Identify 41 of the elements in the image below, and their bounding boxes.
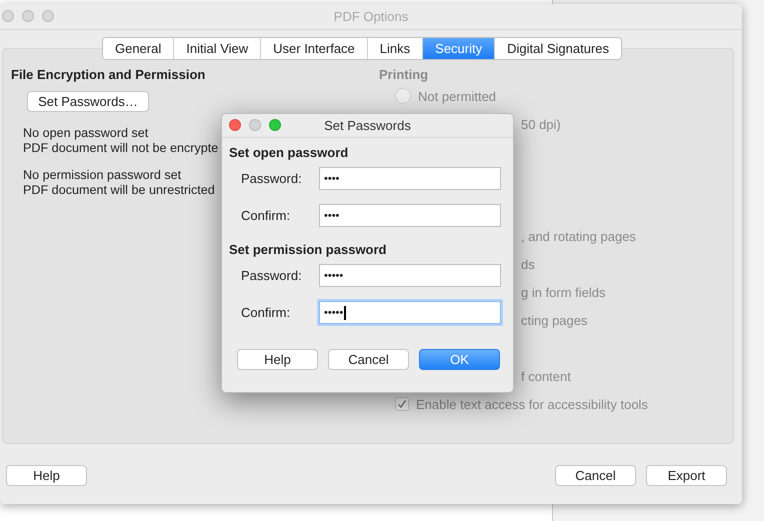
- option-label: Enable text access for accessibility tools: [416, 396, 648, 412]
- tab[interactable]: Digital Signatures: [494, 38, 622, 59]
- field-label: Confirm:: [241, 208, 292, 223]
- window-title: PDF Options: [334, 9, 408, 24]
- status-text: No permission password set: [23, 168, 182, 183]
- status-text: PDF document will be unrestricted: [23, 183, 215, 198]
- cancel-button[interactable]: Cancel: [555, 464, 636, 486]
- option-label: , and rotating pages: [521, 228, 636, 244]
- set-passwords-button[interactable]: Set Passwords…: [27, 91, 149, 112]
- help-button[interactable]: Help: [6, 464, 87, 486]
- minimize-button[interactable]: [22, 10, 34, 22]
- zoom-button[interactable]: [42, 10, 54, 22]
- close-button[interactable]: [229, 119, 241, 131]
- checkbox[interactable]: [395, 397, 409, 411]
- status-text: PDF document will not be encrypte: [23, 141, 218, 156]
- section-heading: Set permission password: [229, 242, 388, 257]
- export-button[interactable]: Export: [646, 464, 727, 486]
- dialog-button[interactable]: Cancel: [328, 349, 409, 370]
- password-field[interactable]: ••••: [319, 167, 501, 190]
- dialog-title: Set Passwords: [324, 118, 411, 133]
- password-field[interactable]: •••••: [319, 264, 501, 287]
- option-label: g in form fields: [521, 284, 606, 300]
- dialog-button[interactable]: Help: [237, 349, 318, 370]
- section-heading: Printing: [379, 67, 430, 82]
- field-label: Password:: [241, 268, 303, 283]
- field-label: Password:: [241, 171, 303, 186]
- status-text: No open password set: [23, 126, 148, 141]
- password-field[interactable]: •••••: [319, 301, 501, 324]
- option-label: Not permitted: [418, 88, 496, 104]
- section-heading: Set open password: [229, 145, 350, 160]
- option-label: 50 dpi): [521, 116, 561, 132]
- minimize-button[interactable]: [249, 119, 261, 131]
- close-button[interactable]: [2, 10, 14, 22]
- option-label: ds: [521, 256, 535, 272]
- option-label: cting pages: [521, 312, 588, 328]
- zoom-button[interactable]: [269, 119, 281, 131]
- field-label: Confirm:: [241, 305, 292, 320]
- section-heading: File Encryption and Permission: [11, 67, 206, 82]
- option-label: f content: [521, 368, 571, 384]
- password-field[interactable]: ••••: [319, 204, 501, 227]
- radio-button[interactable]: [395, 88, 411, 104]
